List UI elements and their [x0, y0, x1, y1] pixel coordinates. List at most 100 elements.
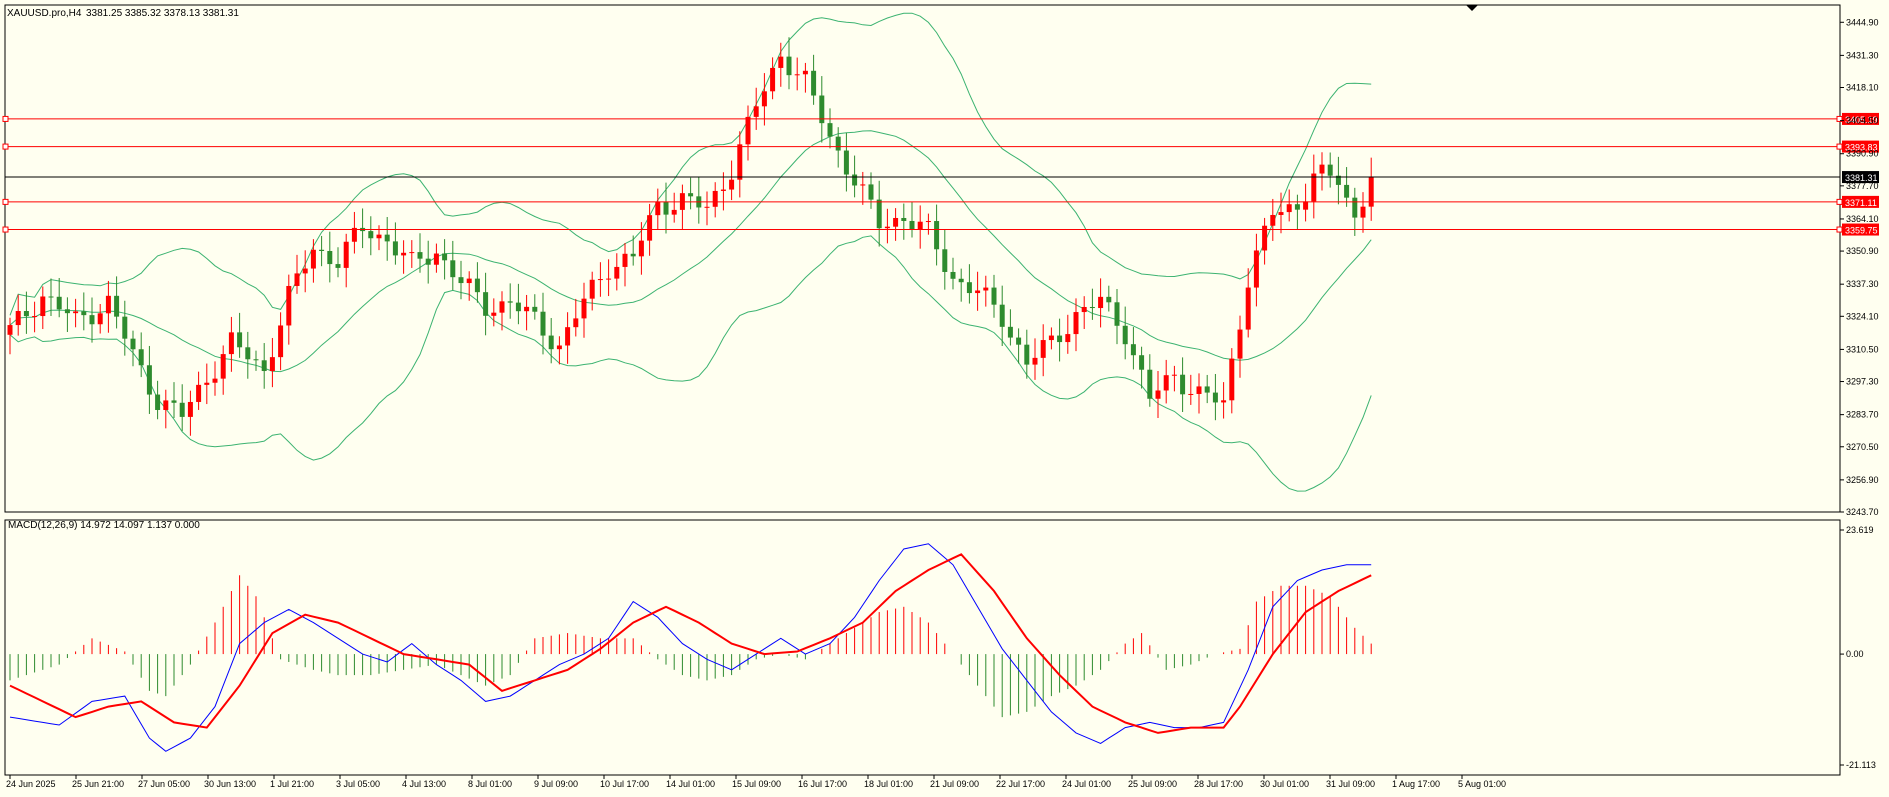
bull-candle[interactable] — [1245, 287, 1251, 330]
bear-candle[interactable] — [852, 174, 858, 186]
bear-candle[interactable] — [1024, 344, 1030, 365]
bear-candle[interactable] — [237, 332, 243, 348]
bear-candle[interactable] — [417, 252, 423, 259]
bear-candle[interactable] — [89, 315, 95, 325]
bear-candle[interactable] — [934, 221, 940, 250]
bear-candle[interactable] — [548, 335, 554, 350]
bull-candle[interactable] — [15, 311, 21, 326]
bear-candle[interactable] — [507, 301, 513, 303]
bull-candle[interactable] — [97, 313, 103, 325]
bear-candle[interactable] — [442, 253, 448, 261]
bull-candle[interactable] — [1311, 173, 1317, 202]
bull-candle[interactable] — [573, 318, 579, 328]
bull-candle[interactable] — [794, 74, 800, 76]
bull-candle[interactable] — [1040, 340, 1046, 358]
bear-candle[interactable] — [261, 360, 267, 372]
bear-candle[interactable] — [122, 316, 128, 339]
bear-candle[interactable] — [56, 296, 62, 310]
bull-candle[interactable] — [1196, 386, 1202, 394]
bull-candle[interactable] — [720, 189, 726, 191]
bear-candle[interactable] — [64, 309, 70, 314]
bear-candle[interactable] — [319, 249, 325, 251]
bull-candle[interactable] — [753, 106, 759, 117]
bull-candle[interactable] — [1155, 390, 1161, 399]
bear-candle[interactable] — [1344, 184, 1350, 198]
bull-candle[interactable] — [7, 325, 13, 335]
level-handle[interactable] — [2, 226, 9, 233]
bear-candle[interactable] — [253, 359, 259, 361]
bear-candle[interactable] — [966, 282, 972, 294]
level-handle[interactable] — [1836, 198, 1843, 205]
bear-candle[interactable] — [999, 304, 1005, 327]
bull-candle[interactable] — [1229, 358, 1235, 401]
bull-candle[interactable] — [729, 179, 735, 190]
bull-candle[interactable] — [1098, 296, 1104, 309]
bear-candle[interactable] — [942, 249, 948, 272]
bull-candle[interactable] — [163, 400, 169, 410]
bear-candle[interactable] — [368, 231, 374, 239]
bull-candle[interactable] — [1253, 250, 1259, 288]
bear-candle[interactable] — [179, 402, 185, 417]
bull-candle[interactable] — [294, 273, 300, 286]
bull-candle[interactable] — [466, 278, 472, 284]
bear-candle[interactable] — [138, 349, 144, 366]
bull-candle[interactable] — [401, 252, 407, 256]
bull-candle[interactable] — [73, 311, 79, 314]
bear-candle[interactable] — [114, 295, 120, 317]
bear-candle[interactable] — [958, 278, 964, 283]
bull-candle[interactable] — [1286, 204, 1292, 213]
bull-candle[interactable] — [196, 384, 202, 402]
bull-candle[interactable] — [302, 268, 308, 274]
bear-candle[interactable] — [1016, 337, 1022, 345]
bear-candle[interactable] — [811, 70, 817, 96]
bear-candle[interactable] — [868, 184, 874, 200]
bull-candle[interactable] — [343, 241, 349, 268]
bull-candle[interactable] — [1163, 375, 1169, 391]
bull-candle[interactable] — [614, 266, 620, 279]
bull-candle[interactable] — [32, 316, 38, 318]
bull-candle[interactable] — [409, 252, 415, 254]
bear-candle[interactable] — [663, 201, 669, 215]
bear-candle[interactable] — [48, 296, 54, 298]
bull-candle[interactable] — [278, 325, 284, 358]
bull-candle[interactable] — [228, 332, 234, 355]
bear-candle[interactable] — [155, 394, 161, 410]
bull-candle[interactable] — [556, 345, 562, 350]
bear-candle[interactable] — [876, 199, 882, 229]
bull-candle[interactable] — [581, 298, 587, 319]
level-handle[interactable] — [2, 143, 9, 150]
bear-candle[interactable] — [1294, 204, 1300, 210]
bull-candle[interactable] — [671, 209, 677, 215]
bull-candle[interactable] — [917, 221, 923, 230]
bear-candle[interactable] — [1114, 302, 1120, 326]
bull-candle[interactable] — [655, 201, 661, 216]
bull-candle[interactable] — [1319, 164, 1325, 174]
bull-candle[interactable] — [310, 249, 316, 269]
bear-candle[interactable] — [1139, 355, 1145, 370]
bear-candle[interactable] — [483, 292, 489, 316]
bull-candle[interactable] — [704, 206, 710, 208]
bull-candle[interactable] — [770, 67, 776, 92]
bear-candle[interactable] — [909, 220, 915, 230]
bear-candle[interactable] — [425, 258, 431, 265]
bear-candle[interactable] — [901, 217, 907, 221]
bull-candle[interactable] — [1221, 400, 1227, 403]
bull-candle[interactable] — [105, 295, 111, 314]
bull-candle[interactable] — [204, 382, 210, 385]
bull-candle[interactable] — [647, 215, 653, 241]
bear-candle[interactable] — [384, 234, 390, 242]
bull-candle[interactable] — [40, 296, 46, 317]
level-handle[interactable] — [1836, 143, 1843, 150]
bear-candle[interactable] — [1122, 325, 1128, 345]
bear-candle[interactable] — [1007, 326, 1013, 338]
bear-candle[interactable] — [474, 278, 480, 293]
bear-candle[interactable] — [1352, 197, 1358, 218]
level-handle[interactable] — [2, 115, 9, 122]
bull-candle[interactable] — [524, 306, 530, 312]
bull-candle[interactable] — [737, 144, 743, 180]
chart-canvas[interactable]: 3405.193393.833371.113359.753381.313444.… — [0, 0, 1889, 792]
bear-candle[interactable] — [827, 123, 833, 137]
bull-candle[interactable] — [712, 190, 718, 207]
bear-candle[interactable] — [1057, 335, 1063, 343]
bull-candle[interactable] — [269, 357, 275, 372]
